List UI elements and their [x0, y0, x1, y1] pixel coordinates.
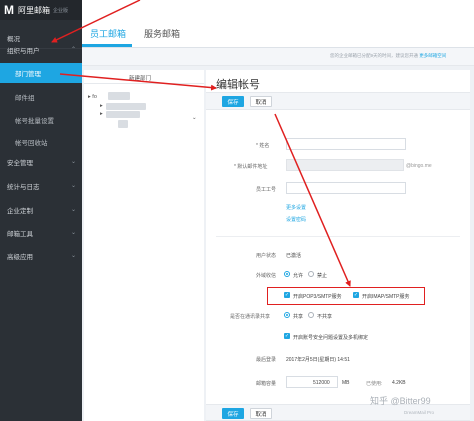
allow-radio[interactable] — [284, 271, 290, 277]
sidebar-item-label: 部门管理 — [15, 71, 41, 78]
tab-staff-mailbox[interactable]: 员工邮箱 — [90, 27, 126, 40]
chevron-down-icon: ⌄ — [70, 159, 76, 165]
no-share-label: 不共享 — [317, 314, 333, 320]
sidebar-item-stats-logs[interactable]: 统计与日志 ⌄ — [0, 176, 82, 196]
save-button-bottom[interactable]: 保存 — [222, 408, 244, 419]
sidebar-item-label: 高级应用 — [7, 254, 33, 261]
chevron-down-icon: ⌄ — [70, 207, 76, 213]
capacity-unit: MB — [342, 380, 350, 386]
toolbar-top: 保存 取消 — [206, 92, 470, 110]
chevron-down-icon: ⌄ — [70, 253, 76, 259]
redacted-block — [106, 103, 146, 110]
chevron-down-icon[interactable]: ⌄ — [192, 115, 197, 121]
capacity-input[interactable]: 512000 — [286, 376, 338, 388]
tab-service-mailbox[interactable]: 服务邮箱 — [144, 27, 180, 40]
redacted-block — [106, 111, 140, 118]
watermark-sub: DreamMail Pro — [404, 410, 435, 415]
sidebar-item-label: 帐号回收站 — [15, 140, 48, 147]
app-edition: 企业版 — [53, 7, 69, 14]
sidebar: M 阿里邮箱 企业版 概况 组织与用户 ⌃ 部门管理 邮件组 帐号批量设置 帐号… — [0, 0, 82, 421]
no-share-radio[interactable] — [308, 312, 314, 318]
employee-no-input[interactable] — [286, 182, 406, 194]
status-label: 用户状态 — [256, 253, 277, 259]
highlight-box — [267, 287, 425, 305]
tree-node[interactable]: ▸ — [100, 111, 103, 117]
deny-radio[interactable] — [308, 271, 314, 277]
capacity-value: 512000 — [313, 380, 330, 386]
chevron-down-icon: ⌄ — [70, 230, 76, 236]
sidebar-item-label: 统计与日志 — [7, 184, 40, 191]
new-department-label: 新建部门 — [129, 76, 152, 82]
sidebar-item-tools[interactable]: 邮箱工具 ⌄ — [0, 223, 82, 243]
sidebar-item-advanced[interactable]: 高级应用 ⌄ — [0, 246, 82, 266]
sidebar-item-label: 邮件组 — [15, 95, 35, 102]
sidebar-item-security[interactable]: 安全管理 ⌄ — [0, 152, 82, 172]
department-tree: 新建部门 ▸ fo ▸ ▸ ⌄ — [84, 70, 204, 421]
notice-bar: 您的企业邮箱已分配9天的时间，建议您开通 更多邮箱空间 — [82, 48, 474, 66]
mailbox-label: * 默认邮件地址 — [234, 164, 268, 170]
employee-no-label: 员工工号 — [256, 187, 277, 193]
tree-root[interactable]: ▸ fo — [88, 94, 97, 100]
name-label: * 姓名 — [256, 143, 270, 149]
share-radio[interactable] — [284, 312, 290, 318]
active-tab-indicator — [82, 44, 132, 47]
capacity-label: 邮箱容量 — [256, 381, 277, 387]
tree-expand-icon: ▸ — [88, 94, 91, 100]
notice-text: 您的企业邮箱已分配9天的时间，建议您开通 更多邮箱空间 — [330, 53, 447, 58]
watermark-text: 知乎 @Bitter99 — [370, 396, 431, 406]
name-input[interactable] — [286, 138, 406, 150]
mailbox-input[interactable] — [286, 159, 404, 171]
section-divider — [216, 236, 460, 237]
allow-label: 允许 — [293, 273, 304, 279]
app-logo[interactable]: M 阿里邮箱 企业版 — [0, 0, 82, 20]
security-setting-label: 开启账号安全问题设置及多机绑定 — [293, 335, 369, 341]
status-value: 已激活 — [286, 253, 302, 259]
set-password-link[interactable]: 设置密码 — [286, 216, 306, 223]
sidebar-item-org-users[interactable]: 组织与用户 ⌃ — [0, 40, 82, 60]
sidebar-item-label: 安全管理 — [7, 160, 33, 167]
notice-link[interactable]: 更多邮箱空间 — [419, 53, 446, 58]
new-department-button[interactable]: 新建部门 — [84, 70, 204, 84]
top-bar: 员工邮箱 服务邮箱 — [82, 0, 474, 48]
sidebar-item-label: 帐号批量设置 — [15, 118, 54, 125]
redacted-block — [118, 120, 128, 128]
page-title: 编辑帐号 — [216, 79, 260, 91]
share-label: 共享 — [293, 314, 304, 320]
chevron-up-icon: ⌃ — [70, 47, 76, 53]
tree-root-label: fo — [92, 94, 97, 100]
used-value: 4.2KB — [392, 380, 406, 386]
sidebar-item-departments[interactable]: 部门管理 — [0, 63, 82, 83]
app-name: 阿里邮箱 — [18, 5, 50, 15]
tree-node[interactable]: ▸ — [100, 103, 103, 109]
used-label: 已使用: — [366, 381, 383, 387]
chevron-down-icon: ⌄ — [70, 183, 76, 189]
logo-mark: M — [4, 3, 14, 17]
cancel-button-bottom[interactable]: 取消 — [250, 408, 272, 419]
sidebar-item-mail-groups[interactable]: 邮件组 — [0, 87, 82, 107]
sidebar-item-recycle-bin[interactable]: 帐号回收站 — [0, 132, 82, 152]
external-mail-label: 外域收信 — [256, 273, 277, 279]
edit-account-panel: 编辑帐号 保存 取消 * 姓名 * 默认邮件地址 @bingo.me 员工工号 … — [206, 70, 470, 421]
sidebar-item-label: 企业定制 — [7, 208, 33, 215]
deny-label: 禁止 — [317, 273, 328, 279]
domain-suffix: @bingo.me — [406, 163, 432, 169]
cancel-button[interactable]: 取消 — [250, 96, 272, 107]
more-settings-link[interactable]: 更多设置 — [286, 204, 306, 211]
last-login-value: 2017年2月5日(星期日) 14:51 — [286, 357, 350, 363]
sidebar-item-label: 邮箱工具 — [7, 231, 33, 238]
sidebar-item-label: 组织与用户 — [7, 48, 40, 55]
sidebar-item-batch-settings[interactable]: 帐号批量设置 — [0, 110, 82, 130]
last-login-label: 最后登录 — [256, 357, 277, 363]
redacted-block — [108, 92, 130, 100]
sidebar-item-customization[interactable]: 企业定制 ⌄ — [0, 200, 82, 220]
save-button[interactable]: 保存 — [222, 96, 244, 107]
security-setting-checkbox[interactable]: ✓ — [284, 333, 290, 339]
directory-share-label: 是否在通讯录共享 — [230, 314, 271, 320]
